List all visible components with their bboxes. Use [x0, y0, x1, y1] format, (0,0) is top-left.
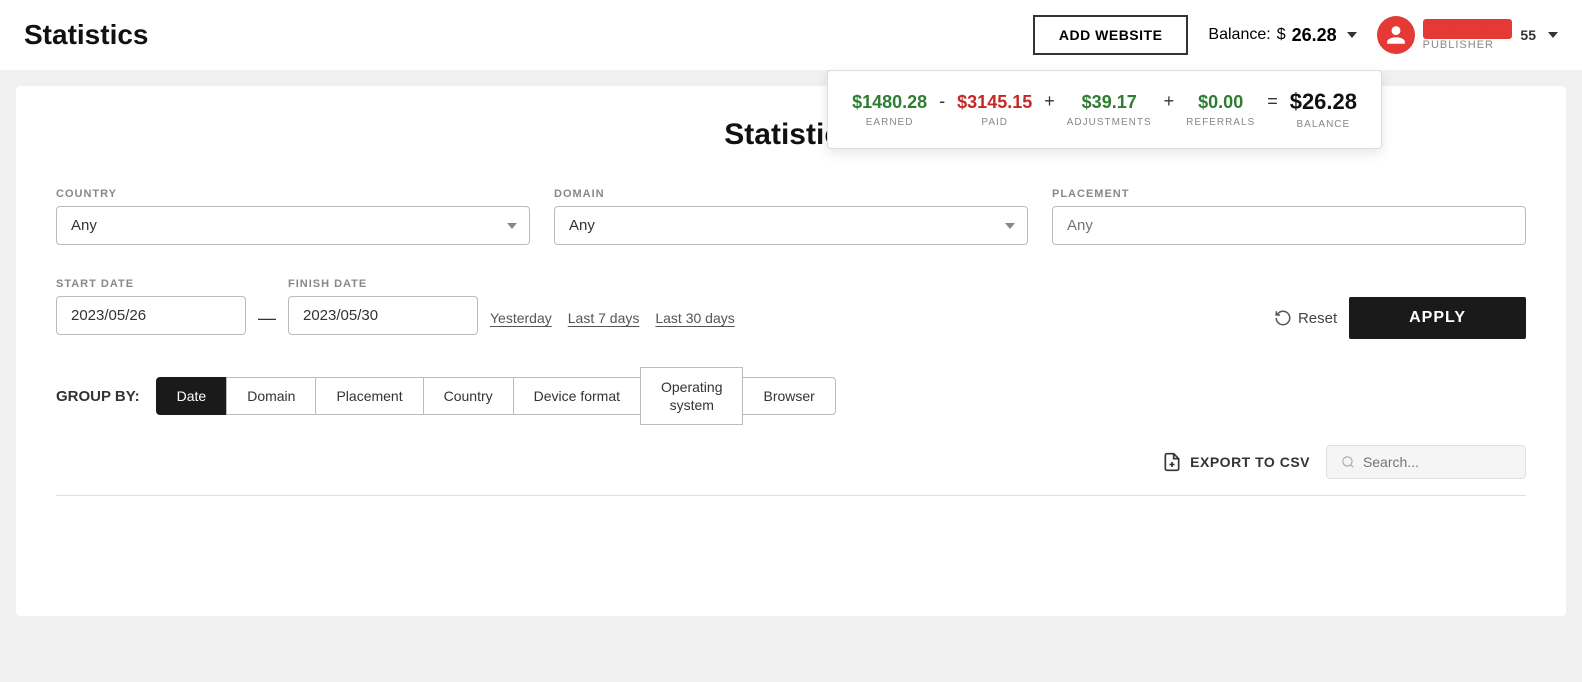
paid-item: $3145.15 PAID	[957, 92, 1032, 128]
minus-op: -	[939, 91, 945, 112]
user-section[interactable]: REDACTED PUBLISHER 55	[1377, 16, 1558, 54]
equals-op: =	[1267, 91, 1278, 112]
search-icon	[1341, 454, 1355, 470]
start-date-label: START DATE	[56, 278, 246, 290]
group-by-row: GROUP BY: Date Domain Placement Country …	[56, 367, 1526, 425]
balance-chevron-icon	[1347, 32, 1357, 38]
export-csv-label: EXPORT TO CSV	[1190, 454, 1310, 470]
balance-label: Balance:	[1208, 26, 1270, 44]
balance-total-value: $26.28	[1290, 89, 1357, 115]
group-by-label: GROUP BY:	[56, 388, 140, 405]
finish-date-input[interactable]	[288, 296, 478, 335]
publisher-label: PUBLISHER	[1423, 39, 1494, 51]
group-by-domain-button[interactable]: Domain	[226, 377, 316, 415]
placement-input[interactable]	[1052, 206, 1526, 245]
plus-op-1: +	[1044, 91, 1055, 112]
group-by-device-button[interactable]: Device format	[513, 377, 641, 415]
earned-item: $1480.28 EARNED	[852, 92, 927, 128]
group-by-placement-button[interactable]: Placement	[315, 377, 423, 415]
header-right: ADD WEBSITE Balance: $ 26.28 REDACTED PU…	[1033, 15, 1558, 55]
placement-filter-group: PLACEMENT	[1052, 188, 1526, 245]
reset-label: Reset	[1298, 310, 1337, 327]
placement-filter-label: PLACEMENT	[1052, 188, 1526, 200]
referrals-value: $0.00	[1198, 92, 1243, 113]
user-name: REDACTED	[1423, 19, 1513, 39]
balance-amount: 26.28	[1292, 25, 1337, 46]
date-row: START DATE — FINISH DATE Yesterday Last …	[56, 273, 1526, 339]
paid-value: $3145.15	[957, 92, 1032, 113]
date-dash: —	[258, 308, 276, 329]
balance-total-item: $26.28 BALANCE	[1290, 89, 1357, 130]
export-csv-button[interactable]: EXPORT TO CSV	[1162, 452, 1310, 472]
filters-row: COUNTRY Any DOMAIN Any PLACEMENT	[56, 188, 1526, 245]
adjustments-label: ADJUSTMENTS	[1067, 117, 1152, 128]
last7days-button[interactable]: Last 7 days	[568, 310, 640, 326]
table-area	[56, 495, 1526, 496]
main-content: Statistics COUNTRY Any DOMAIN Any PLACEM…	[16, 86, 1566, 616]
balance-currency: $	[1277, 26, 1286, 44]
user-info: REDACTED PUBLISHER	[1423, 19, 1513, 51]
earned-value: $1480.28	[852, 92, 927, 113]
earned-label: EARNED	[866, 117, 914, 128]
finish-date-group: FINISH DATE	[288, 278, 478, 335]
group-by-country-button[interactable]: Country	[423, 377, 514, 415]
balance-popup: $1480.28 EARNED - $3145.15 PAID + $39.17…	[827, 70, 1382, 149]
page-title: Statistics	[24, 19, 149, 51]
user-number: 55	[1520, 27, 1536, 43]
reset-icon	[1274, 309, 1292, 327]
referrals-item: $0.00 REFERRALS	[1186, 92, 1255, 128]
avatar	[1377, 16, 1415, 54]
plus-op-2: +	[1164, 91, 1175, 112]
reset-button[interactable]: Reset	[1274, 309, 1337, 327]
domain-filter-group: DOMAIN Any	[554, 188, 1028, 245]
apply-button[interactable]: APPLY	[1349, 297, 1526, 339]
last30days-button[interactable]: Last 30 days	[655, 310, 734, 326]
referrals-label: REFERRALS	[1186, 117, 1255, 128]
header: Statistics ADD WEBSITE Balance: $ 26.28 …	[0, 0, 1582, 70]
country-filter-label: COUNTRY	[56, 188, 530, 200]
domain-filter-label: DOMAIN	[554, 188, 1028, 200]
start-date-input[interactable]	[56, 296, 246, 335]
paid-label: PAID	[981, 117, 1008, 128]
group-by-browser-button[interactable]: Browser	[742, 377, 835, 415]
country-select[interactable]: Any	[56, 206, 530, 245]
quick-dates: Yesterday Last 7 days Last 30 days	[490, 310, 735, 326]
search-input[interactable]	[1363, 454, 1511, 470]
finish-date-label: FINISH DATE	[288, 278, 478, 290]
domain-select[interactable]: Any	[554, 206, 1028, 245]
group-by-os-button[interactable]: Operatingsystem	[640, 367, 743, 425]
country-filter-group: COUNTRY Any	[56, 188, 530, 245]
group-by-date-button[interactable]: Date	[156, 377, 228, 415]
balance-section[interactable]: Balance: $ 26.28	[1208, 25, 1356, 46]
adjustments-value: $39.17	[1082, 92, 1137, 113]
export-icon	[1162, 452, 1182, 472]
add-website-button[interactable]: ADD WEBSITE	[1033, 15, 1189, 55]
export-row: EXPORT TO CSV	[56, 445, 1526, 487]
start-date-group: START DATE	[56, 278, 246, 335]
yesterday-button[interactable]: Yesterday	[490, 310, 552, 326]
search-box	[1326, 445, 1526, 479]
balance-total-label: BALANCE	[1297, 119, 1351, 130]
user-chevron-icon	[1548, 32, 1558, 38]
adjustments-item: $39.17 ADJUSTMENTS	[1067, 92, 1152, 128]
